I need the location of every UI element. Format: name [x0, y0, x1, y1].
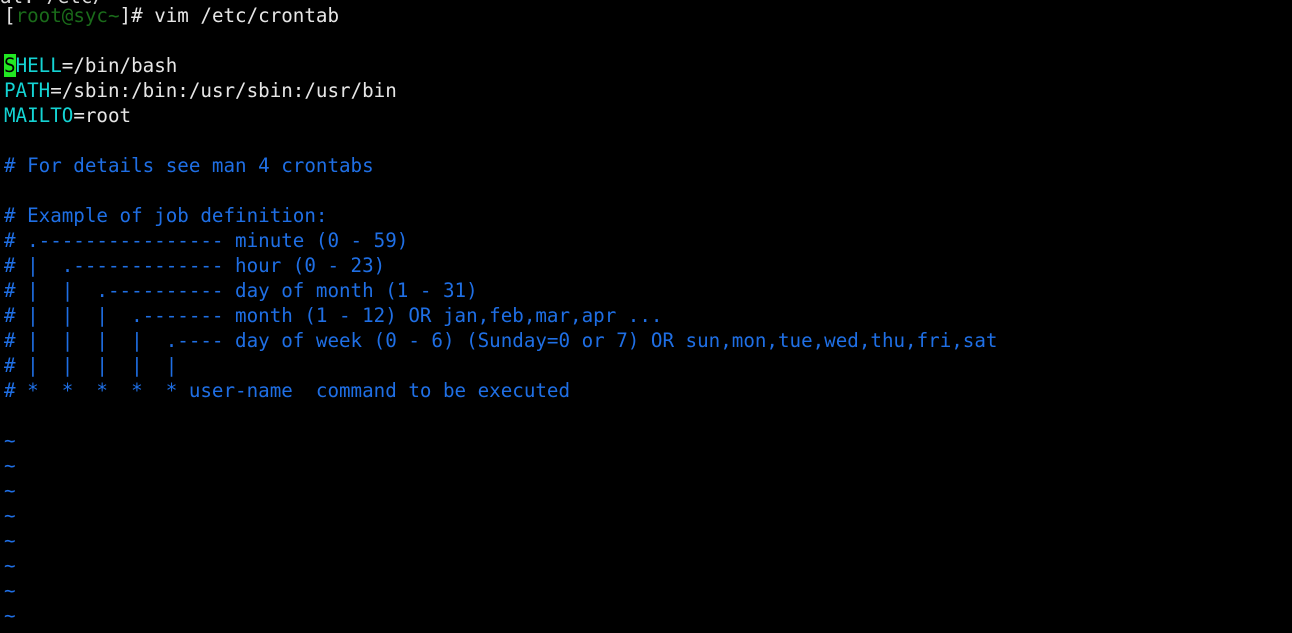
crontab-var-path-value: =/sbin:/bin:/usr/sbin:/usr/bin [50, 79, 397, 102]
crontab-line-shell: SHELL=/bin/bash [4, 53, 1288, 78]
terminal-screen: [root@syc~]# vim /etc/crontab SHELL=/bin… [4, 3, 1288, 628]
crontab-var-shell-value: =/bin/bash [61, 54, 178, 77]
vim-cursor: S [4, 54, 16, 77]
crontab-comment-details: # For details see man 4 crontabs [4, 154, 374, 177]
crontab-comment-fields: # * * * * * user-name command to be exec… [4, 379, 571, 402]
shell-command: vim /etc/crontab [154, 4, 340, 27]
vim-empty-line-marker: ~ [4, 604, 16, 627]
crontab-var-path-name: PATH [4, 79, 51, 102]
crontab-var-shell-name: HELL [15, 54, 62, 77]
prompt-open-bracket: [ [4, 4, 16, 27]
crontab-comment-day-of-week: # | | | | .---- day of week (0 - 6) (Sun… [4, 329, 998, 352]
prompt-user-host: root@syc~ [15, 4, 120, 27]
crontab-var-mailto-name: MAILTO [4, 104, 74, 127]
vim-empty-line-marker: ~ [4, 454, 16, 477]
vim-empty-line-marker: ~ [4, 529, 16, 552]
crontab-line-mailto: MAILTO=root [4, 103, 1288, 128]
crontab-comment-minute: # .---------------- minute (0 - 59) [4, 229, 409, 252]
vim-empty-line-marker: ~ [4, 429, 16, 452]
crontab-line-path: PATH=/sbin:/bin:/usr/sbin:/usr/bin [4, 78, 1288, 103]
crontab-comment-example-header: # Example of job definition: [4, 204, 328, 227]
crontab-comment-day-of-month: # | | .---------- day of month (1 - 31) [4, 279, 478, 302]
crontab-comment-pipes: # | | | | | [4, 354, 178, 377]
vim-empty-line-marker: ~ [4, 554, 16, 577]
crontab-comment-hour: # | .------------- hour (0 - 23) [4, 254, 386, 277]
shell-prompt-line: [root@syc~]# vim /etc/crontab [4, 3, 1288, 28]
crontab-var-mailto-value: =root [73, 104, 132, 127]
vim-empty-line-marker: ~ [4, 479, 16, 502]
terminal-window[interactable]: al. /etc/ [root@syc~]# vim /etc/crontab … [0, 0, 1292, 633]
vim-empty-line-markers: ~ ~ ~ ~ ~ ~ ~ ~ [4, 428, 1288, 628]
vim-empty-line-marker: ~ [4, 579, 16, 602]
crontab-comment-month: # | | | .------- month (1 - 12) OR jan,f… [4, 304, 663, 327]
prompt-close-bracket: ]# [119, 4, 155, 27]
vim-empty-line-marker: ~ [4, 504, 16, 527]
